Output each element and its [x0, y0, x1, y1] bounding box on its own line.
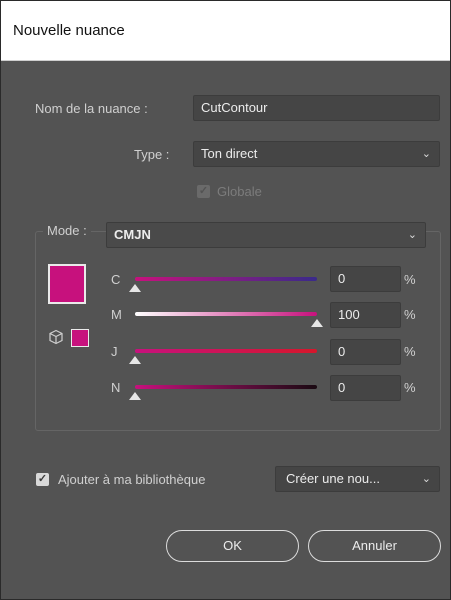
mode-label: Mode : — [43, 223, 91, 238]
channel-c-input[interactable]: 0 — [330, 266, 401, 292]
cancel-button[interactable]: Annuler — [308, 530, 441, 562]
library-select[interactable]: Créer une nou... ⌄ — [275, 466, 440, 492]
type-label: Type : — [134, 147, 170, 162]
channel-c-slider[interactable] — [135, 277, 317, 281]
swatch-name-label: Nom de la nuance : — [35, 101, 148, 116]
channel-m-letter: M — [111, 307, 122, 322]
type-select-value: Ton direct — [201, 146, 258, 161]
dialog-title: Nouvelle nuance — [1, 1, 450, 61]
chevron-down-icon: ⌄ — [421, 148, 431, 160]
mode-select[interactable]: CMJN ⌄ — [106, 222, 426, 248]
channel-c-slider-thumb[interactable] — [129, 284, 141, 292]
channel-j-input[interactable]: 0 — [330, 339, 401, 365]
channel-j-slider[interactable] — [135, 349, 317, 353]
channel-j-unit: % — [404, 344, 416, 359]
add-to-library-label: Ajouter à ma bibliothèque — [58, 472, 206, 487]
channel-n-slider-thumb[interactable] — [129, 392, 141, 400]
global-label: Globale — [217, 184, 262, 199]
channel-j-letter: J — [111, 344, 118, 359]
channel-m-slider-thumb[interactable] — [311, 319, 323, 327]
channel-n-input[interactable]: 0 — [330, 375, 401, 401]
type-select[interactable]: Ton direct ⌄ — [193, 141, 440, 167]
color-mode-group — [35, 231, 441, 431]
chevron-down-icon: ⌄ — [407, 229, 417, 241]
channel-j-slider-thumb[interactable] — [129, 356, 141, 364]
checkmark-icon: ✓ — [37, 473, 48, 485]
channel-m-slider[interactable] — [135, 312, 317, 316]
channel-n-slider[interactable] — [135, 385, 317, 389]
checkmark-icon: ✓ — [198, 185, 209, 197]
new-swatch-dialog: Nouvelle nuance Nom de la nuance : CutCo… — [0, 0, 451, 600]
channel-n-letter: N — [111, 380, 121, 395]
global-checkbox[interactable]: ✓ — [197, 185, 210, 198]
cube-icon[interactable] — [48, 329, 64, 345]
channel-c-unit: % — [404, 272, 416, 287]
channel-m-input[interactable]: 100 — [330, 302, 401, 328]
chevron-down-icon: ⌄ — [421, 473, 431, 485]
channel-c-letter: C — [111, 272, 121, 287]
channel-n-unit: % — [404, 380, 416, 395]
mode-select-value: CMJN — [114, 227, 151, 242]
ok-button[interactable]: OK — [166, 530, 299, 562]
swatch-name-input[interactable]: CutContour — [193, 95, 440, 121]
channel-m-unit: % — [404, 307, 416, 322]
add-to-library-checkbox[interactable]: ✓ — [36, 473, 49, 486]
out-of-gamut-swatch[interactable] — [71, 329, 89, 347]
color-preview-swatch — [48, 264, 86, 304]
library-select-value: Créer une nou... — [286, 471, 380, 486]
